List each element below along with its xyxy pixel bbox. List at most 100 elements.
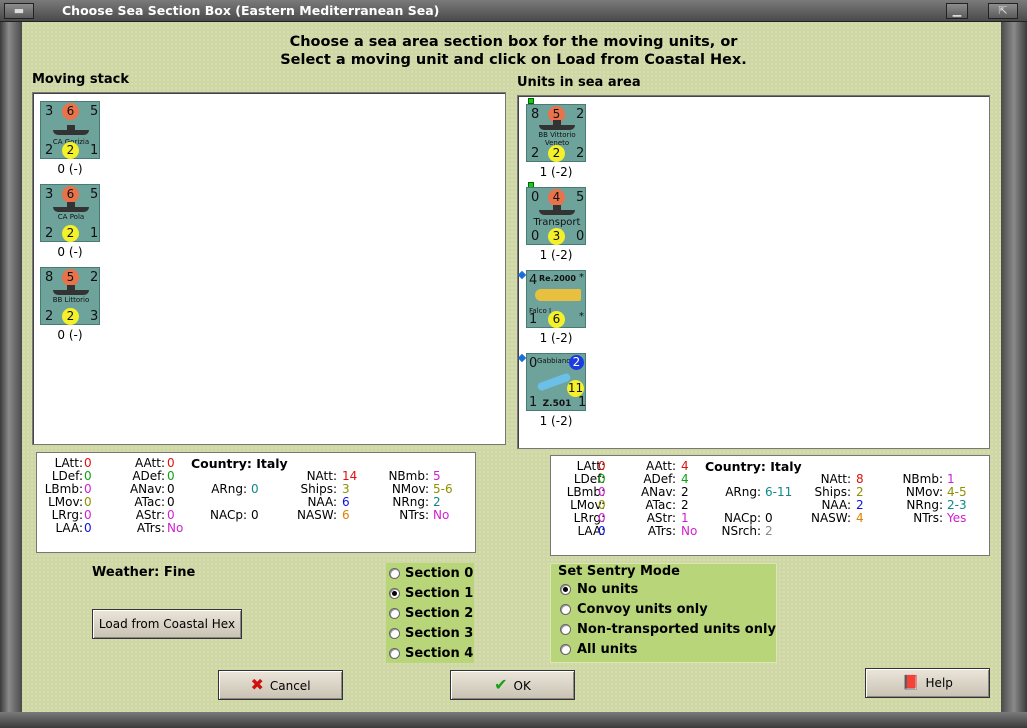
stat-label: ARng: [211, 482, 247, 496]
section-4-radio[interactable] [389, 648, 400, 659]
stat-label: ANav: [129, 482, 165, 496]
moving-stack-panel: 3 6 5 CA Gorizia 2 2 1 0 (-) 3 6 5 CA Po… [32, 92, 506, 445]
stat-value: 0 [84, 469, 92, 483]
title-bar[interactable]: ▬ Choose Sea Section Box (Eastern Medite… [0, 0, 1027, 22]
section-3-radio[interactable] [389, 628, 400, 639]
stat-label: AStr: [646, 511, 676, 525]
unit-counter-z501[interactable]: 0 Gabbiano 2 11 1 Z.501 1 [526, 353, 586, 411]
stat-label: NBmb: [902, 472, 943, 486]
section-2-label[interactable]: Section 2 [405, 606, 473, 621]
counter-stat: 2 [531, 146, 540, 161]
stat-label: AStr: [135, 508, 165, 522]
moving-stack-stats: LAtt: 0 LDef: 0 LBmb: 0 LMov: 0 LRrg: 0 LAA: 0… [36, 452, 476, 553]
stat-value: 2 [681, 485, 689, 499]
section-1-label[interactable]: Section 1 [405, 586, 473, 601]
counter-aircraft-type: Re.2000 [539, 274, 576, 283]
close-icon: ✖ [250, 675, 264, 694]
counter-stat: 0 [531, 190, 540, 205]
stat-value: Yes [947, 511, 967, 525]
system-menu-button[interactable]: ▬ [4, 3, 34, 19]
counter-stat: 1 [90, 226, 99, 241]
stat-value: 0 [84, 508, 92, 522]
sentry-all-units-label[interactable]: All units [577, 642, 637, 657]
counter-stat: 5 [90, 187, 99, 202]
battleship-icon [53, 285, 89, 295]
unit-caption: 0 (-) [57, 245, 83, 259]
country-label: Country: Italy [191, 456, 288, 471]
unit-counter-falco[interactable]: 4 Re.2000 * Falco I 1 6 * [526, 270, 586, 328]
stat-value: 2 [433, 495, 441, 509]
section-2-radio[interactable] [389, 608, 400, 619]
load-from-coastal-hex-button[interactable]: Load from Coastal Hex [92, 609, 242, 639]
stat-label: NMov: [391, 482, 429, 496]
stat-value: 4 [856, 511, 864, 525]
ok-button[interactable]: ✔ OK [450, 670, 575, 700]
stat-value: 6 [342, 495, 350, 509]
sentry-convoy-label[interactable]: Convoy units only [577, 602, 708, 617]
stat-value: 5 [433, 469, 441, 483]
minimize-button[interactable]: ▁ [946, 3, 968, 19]
help-button[interactable]: 📕 Help [865, 668, 990, 698]
instruction-line-1: Choose a sea area section box for the mo… [289, 34, 738, 50]
maximize-button[interactable]: ⇱ [988, 3, 1018, 19]
fighter-plane-icon [535, 289, 581, 301]
stat-label: Ships: [814, 485, 851, 499]
unit-caption: 1 (-2) [539, 331, 573, 345]
stat-value: 0 [598, 524, 606, 538]
window-frame-right [1001, 22, 1027, 722]
counter-stat: 6 [62, 186, 79, 203]
stat-value: 0 [167, 508, 175, 522]
stat-value: 0 [167, 482, 175, 496]
stat-label: NAA: [821, 498, 851, 512]
section-0-label[interactable]: Section 0 [405, 566, 473, 581]
sentry-non-transported-radio[interactable] [560, 624, 571, 635]
sentry-no-units-radio[interactable] [560, 584, 571, 595]
counter-name: CA Pola [57, 213, 85, 221]
unit-counter-bb-vittorio-veneto[interactable]: 8 5 2 BB Vittorio Veneto 2 2 2 [526, 104, 586, 162]
stat-label: LDef: [573, 472, 605, 486]
section-1-radio[interactable] [389, 588, 400, 599]
sentry-all-units-radio[interactable] [560, 644, 571, 655]
stat-label: LAtt: [576, 459, 605, 473]
stat-label: LBmb: [44, 482, 83, 496]
window-frame-bottom[interactable] [0, 712, 1027, 728]
checkmark-icon: ✔ [494, 675, 508, 694]
cancel-label: Cancel [269, 679, 311, 693]
stat-label: NMov: [905, 485, 943, 499]
counter-stat: 2 [90, 270, 99, 285]
cancel-button[interactable]: ✖ Cancel [218, 670, 343, 700]
stat-label: NBmb: [388, 469, 429, 483]
section-4-label[interactable]: Section 4 [405, 646, 473, 661]
unit-counter-bb-littorio[interactable]: 8 5 2 BB Littorio 2 2 3 [40, 267, 100, 325]
stat-label: ADef: [643, 472, 676, 486]
battleship-icon [539, 120, 575, 130]
stat-value: 0 [598, 511, 606, 525]
stat-label: NTrs: [399, 508, 429, 522]
stat-label: NAtt: [820, 472, 851, 486]
sentry-non-transported-label[interactable]: Non-transported units only [577, 622, 776, 637]
counter-stat: 3 [548, 228, 565, 245]
sentry-no-units-label[interactable]: No units [577, 582, 638, 597]
counter-stat: 2 [62, 308, 79, 325]
unit-caption: 0 (-) [57, 162, 83, 176]
stat-label: NASW: [296, 508, 337, 522]
stat-value: 2 [765, 524, 773, 538]
section-0-radio[interactable] [389, 568, 400, 579]
stat-value: 0 [251, 482, 259, 496]
weather-label: Weather: Fine [92, 565, 196, 580]
stat-label: LRrg: [51, 508, 83, 522]
sentry-convoy-radio[interactable] [560, 604, 571, 615]
stat-label: ATrs: [136, 521, 165, 535]
section-3-label[interactable]: Section 3 [405, 626, 473, 641]
unit-counter-ca-pola[interactable]: 3 6 5 CA Pola 2 2 1 [40, 184, 100, 242]
stat-value: No [681, 524, 698, 538]
stat-value: 0 [765, 511, 773, 525]
help-label: Help [925, 676, 953, 690]
unit-caption: 1 (-2) [539, 165, 573, 179]
sea-area-label: Units in sea area [517, 75, 641, 90]
counter-aircraft-type: Gabbiano [537, 357, 571, 365]
cruiser-icon [53, 125, 89, 135]
unit-counter-transport[interactable]: 0 4 5 Transport 0 3 0 [526, 187, 586, 245]
stat-label: ANav: [640, 485, 676, 499]
unit-counter-ca-gorizia[interactable]: 3 6 5 CA Gorizia 2 2 1 [40, 101, 100, 159]
